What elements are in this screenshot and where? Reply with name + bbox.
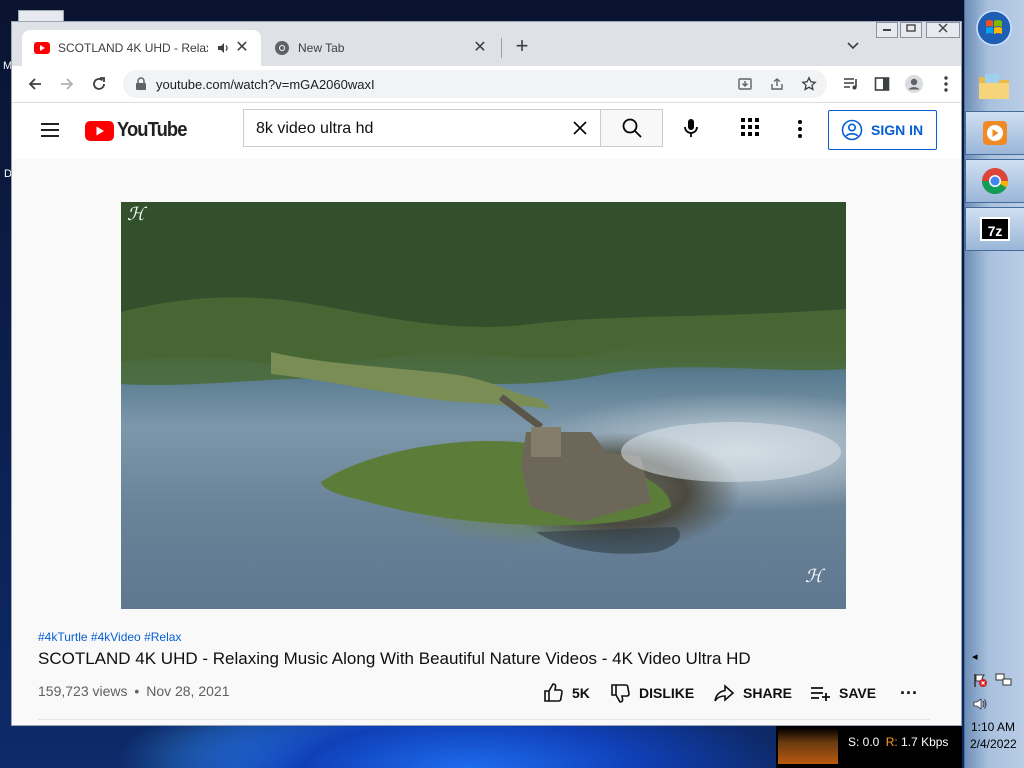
new-tab-button[interactable]: + [510,34,534,58]
url-text: youtube.com/watch?v=mGA2060waxI [156,77,375,92]
taskbar-file-explorer[interactable] [965,64,1023,108]
tab-title: SCOTLAND 4K UHD - Relaxi [58,41,208,55]
side-panel-icon[interactable] [870,72,894,96]
upload-date: Nov 28, 2021 [146,683,230,699]
chrome-favicon-icon [274,40,290,56]
video-meta: 159,723 views • Nov 28, 2021 [38,683,230,699]
like-button[interactable]: 5K [542,682,590,704]
youtube-logo-icon [85,120,114,141]
tab-new-tab[interactable]: New Tab ✕ [262,30,499,66]
taskbar-media-player[interactable] [965,111,1024,155]
share-label: SHARE [743,685,793,701]
minimize-button[interactable] [876,22,898,38]
network-stats: S: 0.0 R: 1.7 Kbps [848,735,948,749]
install-icon[interactable] [736,75,754,93]
youtube-logo[interactable]: YouTube [85,119,193,142]
apps-grid-icon[interactable] [741,118,763,140]
action-center-flag-icon[interactable] [972,672,988,691]
tab-search-chevron-icon[interactable] [842,34,864,56]
profile-icon[interactable] [902,72,926,96]
more-actions-button[interactable]: ... [900,678,918,699]
restore-button[interactable] [900,22,922,38]
playlist-add-icon [809,682,831,704]
settings-dots-icon[interactable] [789,118,811,140]
search-value: 8k video ultra hd [256,120,374,137]
save-label: SAVE [839,685,877,701]
youtube-header: YouTube 8k video ultra hd SIGN IN [12,103,961,159]
video-title: SCOTLAND 4K UHD - Relaxing Music Along W… [38,649,751,668]
microphone-icon[interactable] [679,116,703,140]
7zip-icon: 7z [980,217,1010,241]
youtube-logo-text: YouTube [117,119,187,141]
clear-search-icon[interactable] [570,118,590,138]
taskbar: 7z ◂ 1:10 AM 2/4/2022 [964,0,1024,768]
chrome-window: SCOTLAND 4K UHD - Relaxi ✕ New Tab ✕ + y… [11,21,962,726]
tab-strip: SCOTLAND 4K UHD - Relaxi ✕ New Tab ✕ + [12,22,961,66]
search-button[interactable] [600,109,663,147]
tab-close-icon[interactable]: ✕ [471,39,489,57]
search-icon [622,118,642,138]
meta-separator: • [134,683,140,699]
video-frame-scene [121,202,846,554]
address-bar[interactable]: youtube.com/watch?v=mGA2060waxI [123,70,827,98]
thumbs-up-icon [542,682,564,704]
account-icon [841,119,863,141]
youtube-favicon-icon [34,40,50,56]
sign-in-label: SIGN IN [871,122,924,138]
media-control-icon[interactable] [839,72,863,96]
back-arrow-icon[interactable] [23,72,47,96]
search-input[interactable]: 8k video ultra hd [243,109,600,147]
clock-time[interactable]: 1:10 AM [971,720,1015,734]
chrome-menu-icon[interactable] [934,72,958,96]
tray-expand-arrow[interactable]: ◂ [972,650,978,663]
view-count: 159,723 views [38,683,128,699]
chrome-icon [981,168,1009,195]
channel-watermark-bottom: ℋ [805,566,823,587]
hamburger-menu-icon[interactable] [39,119,61,141]
windows-start-icon [976,10,1012,46]
youtube-page: YouTube 8k video ultra hd SIGN IN ℋ ℋ #4… [12,103,961,725]
thumbs-down-icon [609,682,631,704]
folder-icon [979,74,1009,99]
sign-in-button[interactable]: SIGN IN [828,110,937,150]
share-icon[interactable] [768,75,786,93]
taskbar-7zip[interactable]: 7z [965,207,1024,251]
dislike-button[interactable]: DISLIKE [609,682,694,704]
save-button[interactable]: SAVE [809,682,876,704]
share-arrow-icon [713,682,735,704]
network-icon[interactable] [995,672,1013,691]
tab-youtube[interactable]: SCOTLAND 4K UHD - Relaxi ✕ [22,30,261,66]
bookmark-star-icon[interactable] [800,75,818,93]
network-graph [778,728,838,764]
lock-icon[interactable] [135,77,147,96]
tab-title: New Tab [298,41,345,55]
browser-toolbar: youtube.com/watch?v=mGA2060waxI [12,66,961,103]
speaker-icon[interactable] [217,41,231,58]
divider [38,719,930,720]
clock-date[interactable]: 2/4/2022 [970,737,1017,751]
channel-watermark: ℋ [127,204,145,225]
like-count: 5K [572,685,590,701]
taskbar-chrome[interactable] [965,159,1024,203]
send-rate: S: 0.0 [848,735,880,749]
media-player-icon [983,121,1007,145]
share-button[interactable]: SHARE [713,682,792,704]
start-button[interactable] [965,6,1023,50]
tab-close-icon[interactable]: ✕ [233,39,251,57]
forward-arrow-icon[interactable] [55,72,79,96]
video-hashtags[interactable]: #4kTurtle #4kVideo #Relax [38,630,181,644]
network-monitor: S: 0.0 R: 1.7 Kbps [776,726,962,768]
tab-separator [501,38,502,58]
volume-icon[interactable] [972,696,988,715]
video-player[interactable]: ℋ ℋ [121,202,846,609]
close-window-button[interactable] [926,22,960,38]
dislike-label: DISLIKE [639,685,695,701]
recv-rate: 1.7 Kbps [901,735,949,749]
recv-label: R: [885,735,898,749]
reload-icon[interactable] [87,72,111,96]
